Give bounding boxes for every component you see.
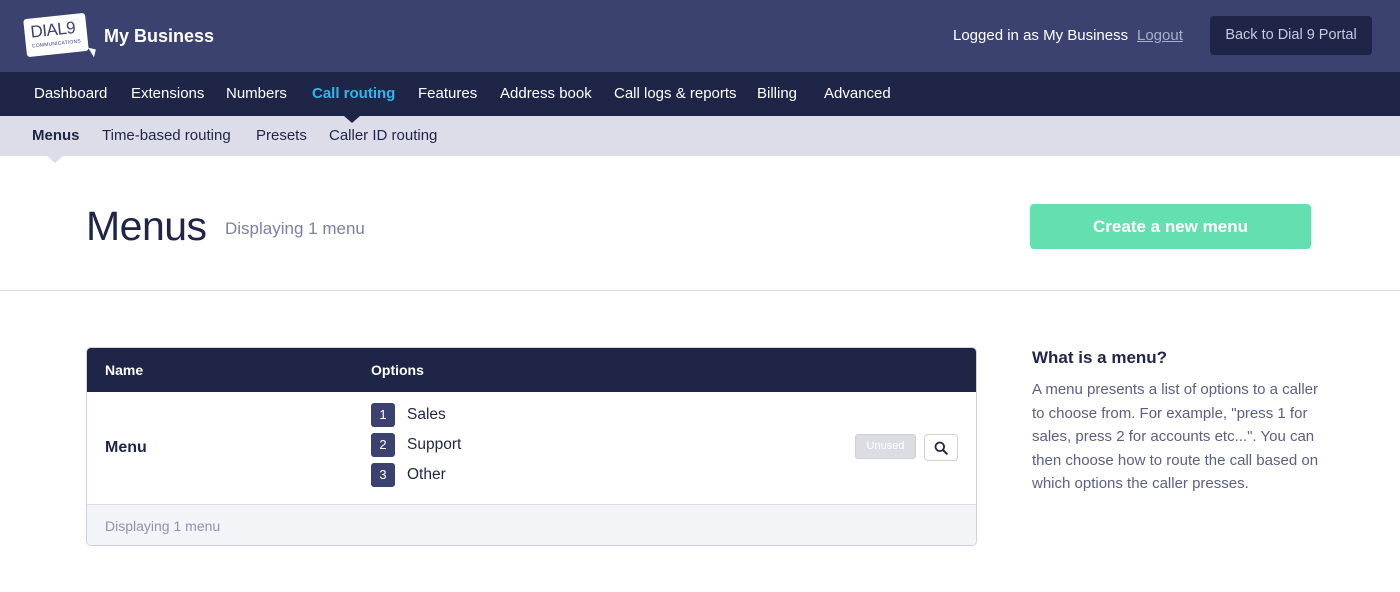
- create-menu-button[interactable]: Create a new menu: [1030, 204, 1311, 249]
- logout-link[interactable]: Logout: [1137, 27, 1183, 44]
- page-count: Displaying 1 menu: [225, 219, 365, 238]
- menus-table: Name Options Menu 1 Sales 2 Support 3 Ot…: [86, 347, 977, 546]
- table-footer: Displaying 1 menu: [87, 504, 976, 545]
- table-header: Name Options: [87, 348, 976, 392]
- nav-item-advanced[interactable]: Advanced: [824, 85, 891, 102]
- option-label: Support: [407, 436, 462, 453]
- option-label: Other: [407, 466, 446, 483]
- nav-item-billing[interactable]: Billing: [757, 85, 797, 102]
- option-number-badge: 2: [371, 433, 395, 457]
- option-number-badge: 3: [371, 463, 395, 487]
- nav-item-call-logs[interactable]: Call logs & reports: [614, 85, 737, 102]
- table-footer-count: Displaying 1 menu: [105, 518, 221, 534]
- active-nav-indicator: [344, 116, 360, 123]
- table-row: Menu 1 Sales 2 Support 3 Other Unused: [87, 392, 976, 504]
- nav-item-dashboard[interactable]: Dashboard: [34, 85, 107, 102]
- search-icon: [934, 441, 948, 455]
- nav-item-features[interactable]: Features: [418, 85, 477, 102]
- nav-item-call-routing[interactable]: Call routing: [312, 85, 395, 102]
- help-title: What is a menu?: [1032, 348, 1168, 367]
- help-text: A menu presents a list of options to a c…: [1032, 381, 1319, 492]
- active-subnav-indicator: [47, 156, 63, 163]
- nav-item-extensions[interactable]: Extensions: [131, 85, 204, 102]
- page-title: Menus: [86, 203, 207, 249]
- section-divider: [0, 290, 1400, 291]
- logged-in-status: Logged in as My Business: [953, 27, 1129, 44]
- main-nav: Dashboard Extensions Numbers Call routin…: [0, 72, 1400, 116]
- option-label: Sales: [407, 406, 446, 423]
- status-badge: Unused: [855, 434, 916, 459]
- subnav-item-time-based-routing[interactable]: Time-based routing: [102, 127, 231, 144]
- back-to-portal-button[interactable]: Back to Dial 9 Portal: [1210, 16, 1372, 55]
- menu-name[interactable]: Menu: [105, 439, 147, 457]
- logo-speech-tail: [86, 47, 96, 58]
- dial9-logo[interactable]: DIAL9 COMMUNICATIONS: [23, 12, 96, 58]
- nav-item-numbers[interactable]: Numbers: [226, 85, 287, 102]
- view-menu-button[interactable]: [924, 434, 958, 461]
- column-header-name: Name: [105, 362, 144, 378]
- option-number-badge: 1: [371, 403, 395, 427]
- subnav-item-menus[interactable]: Menus: [32, 127, 80, 144]
- subnav-item-caller-id-routing[interactable]: Caller ID routing: [329, 127, 437, 144]
- top-header: DIAL9 COMMUNICATIONS My Business Logged …: [0, 0, 1400, 72]
- subnav-item-presets[interactable]: Presets: [256, 127, 307, 144]
- nav-item-address-book[interactable]: Address book: [500, 85, 592, 102]
- sub-nav: Menus Time-based routing Presets Caller …: [0, 116, 1400, 156]
- column-header-options: Options: [371, 362, 424, 378]
- brand-name: My Business: [104, 26, 215, 46]
